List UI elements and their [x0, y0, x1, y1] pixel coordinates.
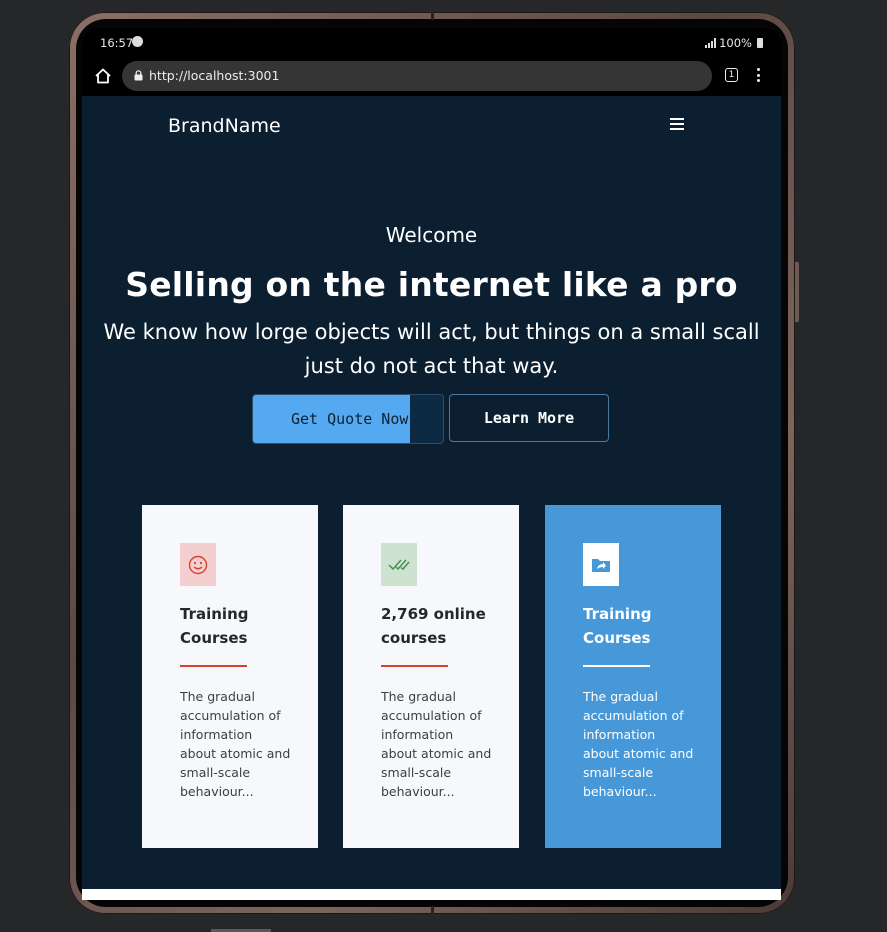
card-title: Training Courses — [583, 605, 652, 647]
browser-menu-icon[interactable] — [757, 68, 761, 84]
battery-level: 100% — [719, 36, 752, 50]
device-screen: 16:57 100% http://localhost:3001 1 Brand… — [82, 28, 781, 900]
status-right: 100% — [705, 36, 763, 50]
get-quote-label: Get Quote Now — [291, 410, 409, 428]
browser-toolbar: http://localhost:3001 1 — [82, 58, 781, 96]
web-page: BrandName Welcome Selling on the interne… — [82, 97, 781, 900]
volume-button — [795, 262, 799, 322]
lock-icon — [134, 70, 143, 81]
page-footer-strip — [82, 889, 781, 900]
card-divider — [583, 665, 650, 667]
signal-icon — [705, 38, 717, 48]
smiley-icon — [180, 543, 216, 586]
status-time: 16:57 — [100, 36, 134, 50]
card-text: The gradual accumulation of information … — [381, 689, 492, 799]
status-bar: 16:57 100% — [82, 28, 781, 58]
hero-headline: Selling on the internet like a pro — [125, 265, 738, 304]
card-title: Training Courses — [180, 605, 249, 647]
url-text: http://localhost:3001 — [149, 68, 280, 83]
card-text: The gradual accumulation of information … — [180, 689, 291, 799]
battery-icon — [757, 38, 763, 48]
card-title: 2,769 online courses — [381, 605, 486, 647]
spotify-icon — [132, 36, 143, 47]
tab-switcher-button[interactable]: 1 — [725, 68, 738, 82]
card-divider — [180, 665, 247, 667]
card-divider — [381, 665, 448, 667]
brand-logo[interactable]: BrandName — [168, 115, 281, 137]
learn-more-button[interactable]: Learn More — [449, 394, 609, 442]
card-text: The gradual accumulation of information … — [583, 689, 694, 799]
hamburger-menu-icon[interactable] — [670, 118, 684, 131]
get-quote-button[interactable]: Get Quote Now — [252, 394, 444, 444]
feature-card-highlighted[interactable]: Training Courses The gradual accumulatio… — [545, 505, 721, 848]
hero-welcome: Welcome — [385, 223, 478, 247]
hinge-top — [431, 12, 434, 20]
hinge-bottom — [431, 906, 434, 914]
folder-share-icon — [583, 543, 619, 586]
double-check-icon — [381, 543, 417, 586]
address-bar[interactable]: http://localhost:3001 — [122, 61, 712, 91]
feature-card[interactable]: Training Courses The gradual accumulatio… — [142, 505, 318, 848]
hero-subtitle: We know how lorge objects will act, but … — [103, 320, 760, 378]
home-icon[interactable] — [94, 67, 112, 85]
feature-card[interactable]: 2,769 online courses The gradual accumul… — [343, 505, 519, 848]
